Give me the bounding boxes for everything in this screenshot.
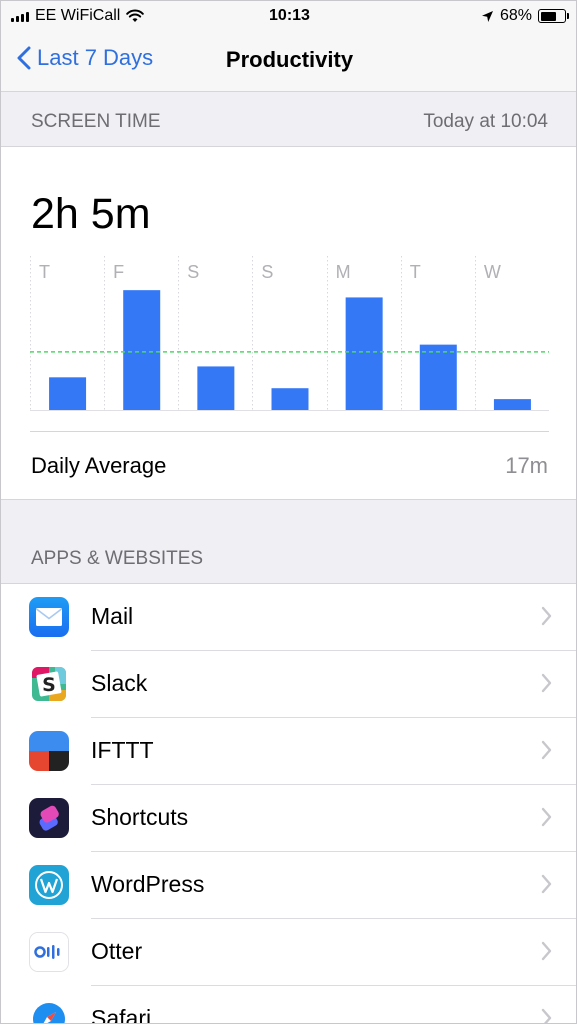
daily-average-value: 17m — [505, 453, 548, 478]
wordpress-icon — [29, 865, 69, 905]
page-title: Productivity — [225, 47, 354, 72]
otter-icon — [29, 932, 69, 972]
chart-day-label: S — [261, 262, 273, 282]
chart-day-label: W — [484, 262, 501, 282]
apps-header-label: APPS & WEBSITES — [31, 548, 204, 569]
svg-text:S: S — [42, 674, 56, 696]
chart-bar — [345, 297, 383, 410]
app-name: WordPress — [91, 871, 205, 897]
chart-day-label: F — [113, 262, 124, 282]
chart-day-label: S — [187, 262, 199, 282]
app-list: Mail S Slack IFTTT Shortcuts WordPress O… — [1, 583, 576, 1024]
app-row-wordpress[interactable]: WordPress — [29, 852, 576, 919]
chart-bar — [123, 290, 161, 410]
usage-bar-chart: TFSSMTW — [30, 256, 549, 411]
chart-bar — [197, 366, 235, 410]
app-name: Safari — [91, 1005, 152, 1024]
chart-bar — [49, 377, 87, 410]
shortcuts-icon — [29, 798, 69, 838]
app-name: IFTTT — [91, 737, 154, 763]
mail-icon — [29, 597, 69, 637]
battery-icon — [538, 9, 569, 23]
battery-percent: 68% — [499, 7, 532, 24]
app-row-ifttt[interactable]: IFTTT — [29, 718, 576, 785]
app-row-slack[interactable]: S Slack — [29, 651, 576, 718]
daily-average-row: Daily Average 17m — [1, 431, 576, 499]
battery-level — [540, 11, 557, 21]
updated-timestamp: Today at 10:04 — [423, 111, 548, 132]
chart-day-label: T — [410, 262, 421, 282]
chevron-right-icon — [541, 874, 552, 894]
chevron-right-icon — [541, 807, 552, 827]
chart-bar — [271, 388, 309, 410]
navigation-bar: Last 7 Days Productivity — [1, 33, 576, 92]
chevron-right-icon — [541, 1008, 552, 1023]
chart-day-label: M — [336, 262, 351, 282]
app-name: Mail — [91, 603, 134, 629]
chart-bar — [419, 344, 457, 410]
app-row-mail[interactable]: Mail — [29, 584, 576, 651]
app-name: Slack — [91, 670, 148, 696]
ifttt-icon — [29, 731, 69, 771]
app-row-safari[interactable]: Safari — [29, 986, 576, 1024]
safari-icon — [29, 999, 69, 1023]
screen-time-label: SCREEN TIME — [31, 111, 161, 132]
chevron-right-icon — [541, 740, 552, 760]
daily-average-label: Daily Average — [31, 453, 167, 478]
chart-bar — [493, 399, 531, 410]
screen-time-card[interactable]: 2h 5m T F S S M T W Daily Average 17m — [1, 146, 576, 500]
chevron-right-icon — [541, 673, 552, 693]
slack-icon: S — [29, 664, 69, 704]
status-bar: EE WiFiCall 10:13 68% — [1, 1, 576, 33]
location-arrow-icon — [481, 10, 493, 22]
chevron-right-icon — [541, 606, 552, 626]
screen: EE WiFiCall 10:13 68% Last 7 Days Produc… — [0, 0, 577, 1024]
chevron-right-icon — [541, 941, 552, 961]
app-row-shortcuts[interactable]: Shortcuts — [29, 785, 576, 852]
total-screen-time: 2h 5m — [31, 190, 151, 238]
app-name: Otter — [91, 938, 143, 964]
app-name: Shortcuts — [91, 804, 189, 830]
chart-day-label: T — [39, 262, 50, 282]
app-row-otter[interactable]: Otter — [29, 919, 576, 986]
divider — [30, 431, 549, 432]
